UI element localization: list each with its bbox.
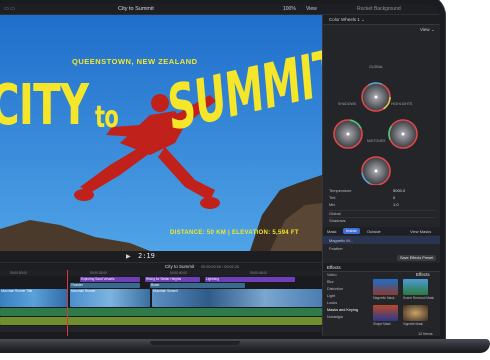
laptop-base [0,339,490,353]
app-toolbar: ▭ ▭ City to Summit 100% View Rocket Back… [0,4,440,15]
play-icon[interactable]: ▶ [126,253,131,260]
connected-clip[interactable]: Thunder [70,283,140,288]
effects-category[interactable]: Blur [327,280,334,284]
wheel-highlights [388,119,418,149]
music-clip[interactable] [0,317,322,325]
clip-label: Boom [151,283,160,287]
param-mix-value[interactable]: 1.0 [393,202,399,207]
video-viewer[interactable]: QUEENSTOWN, NEW ZEALAND CITY to SUMMIT D… [0,15,322,251]
effect-thumb[interactable] [403,305,428,321]
effects-category[interactable]: Video [327,273,337,277]
title-clip[interactable]: Rising for Stellar Heights [145,277,200,282]
wheel-global [361,82,391,112]
wheel-label-global: GLOBAL [369,65,384,69]
param-temperature-value[interactable]: 5000.0 [393,188,405,193]
effects-header: Effects [323,263,440,272]
title-to: to [95,100,119,135]
location-caption: QUEENSTOWN, NEW ZEALAND [72,57,198,66]
distance-caption: DISTANCE: 50 KM | ELEVATION: 5,594 FT [170,230,299,236]
feather-label: Feather [329,246,343,251]
effect-thumb[interactable] [403,279,428,295]
section-global[interactable]: Global [329,211,341,216]
effect-thumb-label: Magnetic Mask [373,296,395,300]
divider [327,210,437,211]
timeline-ruler: 00:00:30:00 00:00:35:00 00:00:40:00 00:0… [0,270,322,276]
effect-thumb-label: Shape Mask [373,322,391,326]
clip-label: Rising for Stellar Heights [146,277,182,281]
timeline[interactable]: 00:00:30:00 00:00:35:00 00:00:40:00 00:0… [0,270,322,336]
ruler-tick: 00:00:30:00 [10,270,27,275]
playhead[interactable] [67,270,68,336]
wheel-label-midtones: MIDTONES [367,139,386,143]
effect-thumb[interactable] [373,279,398,295]
param-mix-label: Mix [329,202,336,207]
inspector-clip-title: Rocket Background [357,6,401,12]
wheel-shadows [333,119,363,149]
effects-tab[interactable]: Effects [416,272,430,277]
video-clip[interactable]: Mountain Runner [70,289,150,307]
empty-track [0,326,322,332]
clip-label: Mountain Summit [153,289,178,293]
clip-label: Lightning [206,277,219,281]
effects-category[interactable]: Light [327,294,335,298]
view-menu[interactable]: View [306,6,317,12]
mask-outside-button[interactable]: Outside [367,229,381,234]
ruler-tick: 00:00:40:00 [170,270,187,275]
clip-label: Exploring Sand Vessels [81,277,115,281]
connected-clip[interactable]: Boom [150,283,245,288]
ruler-tick: 00:00:35:00 [90,270,107,275]
mask-item-row[interactable]: Magnetic M... [323,236,440,244]
save-effects-preset-button[interactable]: Save Effects Preset [397,255,437,261]
wheel-label-shadows: SHADOWS [338,102,357,106]
clip-label: Mountain Runner Title [1,289,33,293]
effect-thumb[interactable] [373,305,398,321]
laptop-notch [150,341,240,345]
wheel-label-highlights: HIGHLIGHTS [391,102,413,106]
timeline-duration: 00:00:00:00 / 00:02:25 [201,264,240,269]
mask-row: Mask Inside Outside View Masks [323,227,440,235]
clip-label: Mountain Runner [71,289,96,293]
inspector-header: Color Wheels 1 ⌄ [323,15,440,25]
param-tint-label: Tint [329,195,336,200]
zoom-menu[interactable]: 100% [283,6,296,12]
video-clip[interactable]: Mountain Runner Title [0,289,68,307]
playback-bar: ▶ 2:19 [0,251,322,262]
wheel-midtones [361,156,391,185]
mask-inside-button[interactable]: Inside [343,228,360,234]
inspector-title[interactable]: Color Wheels 1 ⌄ [329,17,365,23]
clip-label: Thunder [71,283,83,287]
effects-count: 12 Items [418,332,433,336]
effects-category[interactable]: Looks [327,301,337,305]
mask-item-name: Magnetic M... [329,238,354,243]
effects-category[interactable]: Distortion [327,287,343,291]
viewer-timecode: 2:19 [138,252,155,260]
layout-buttons[interactable]: ▭ ▭ [4,6,15,12]
screen: ▭ ▭ City to Summit 100% View Rocket Back… [0,4,440,336]
effects-category[interactable]: Nostalgia [327,315,343,319]
project-title: City to Summit [118,5,154,12]
timeline-project-title: City to Summit [165,264,195,269]
view-masks-toggle[interactable]: View Masks [410,229,431,234]
title-clip[interactable]: Exploring Sand Vessels [80,277,140,282]
audio-clip[interactable] [0,308,322,316]
effect-thumb-label: Vignette Mask [403,322,424,326]
effects-category-selected[interactable]: Masks and Keying [327,308,358,312]
ruler-tick: 00:00:45:00 [250,270,267,275]
param-temperature-label: Temperature [329,188,352,193]
title-city: CITY [0,73,89,138]
mask-label: Mask [327,229,337,234]
title-clip[interactable]: Lightning [205,277,295,282]
section-shadows[interactable]: Shadows [329,218,345,223]
effect-thumb-label: Scene Removal Mask [403,296,435,300]
video-clip[interactable]: Mountain Summit [152,289,322,307]
color-inspector: Color Wheels 1 ⌄ View ⌄ GLOBAL SHADOWS H… [322,15,440,263]
param-tint-value[interactable]: 0 [393,195,395,200]
effects-title: Effects [327,264,341,270]
effects-browser: Effects Effects Video Blur Distortion Li… [322,263,440,336]
